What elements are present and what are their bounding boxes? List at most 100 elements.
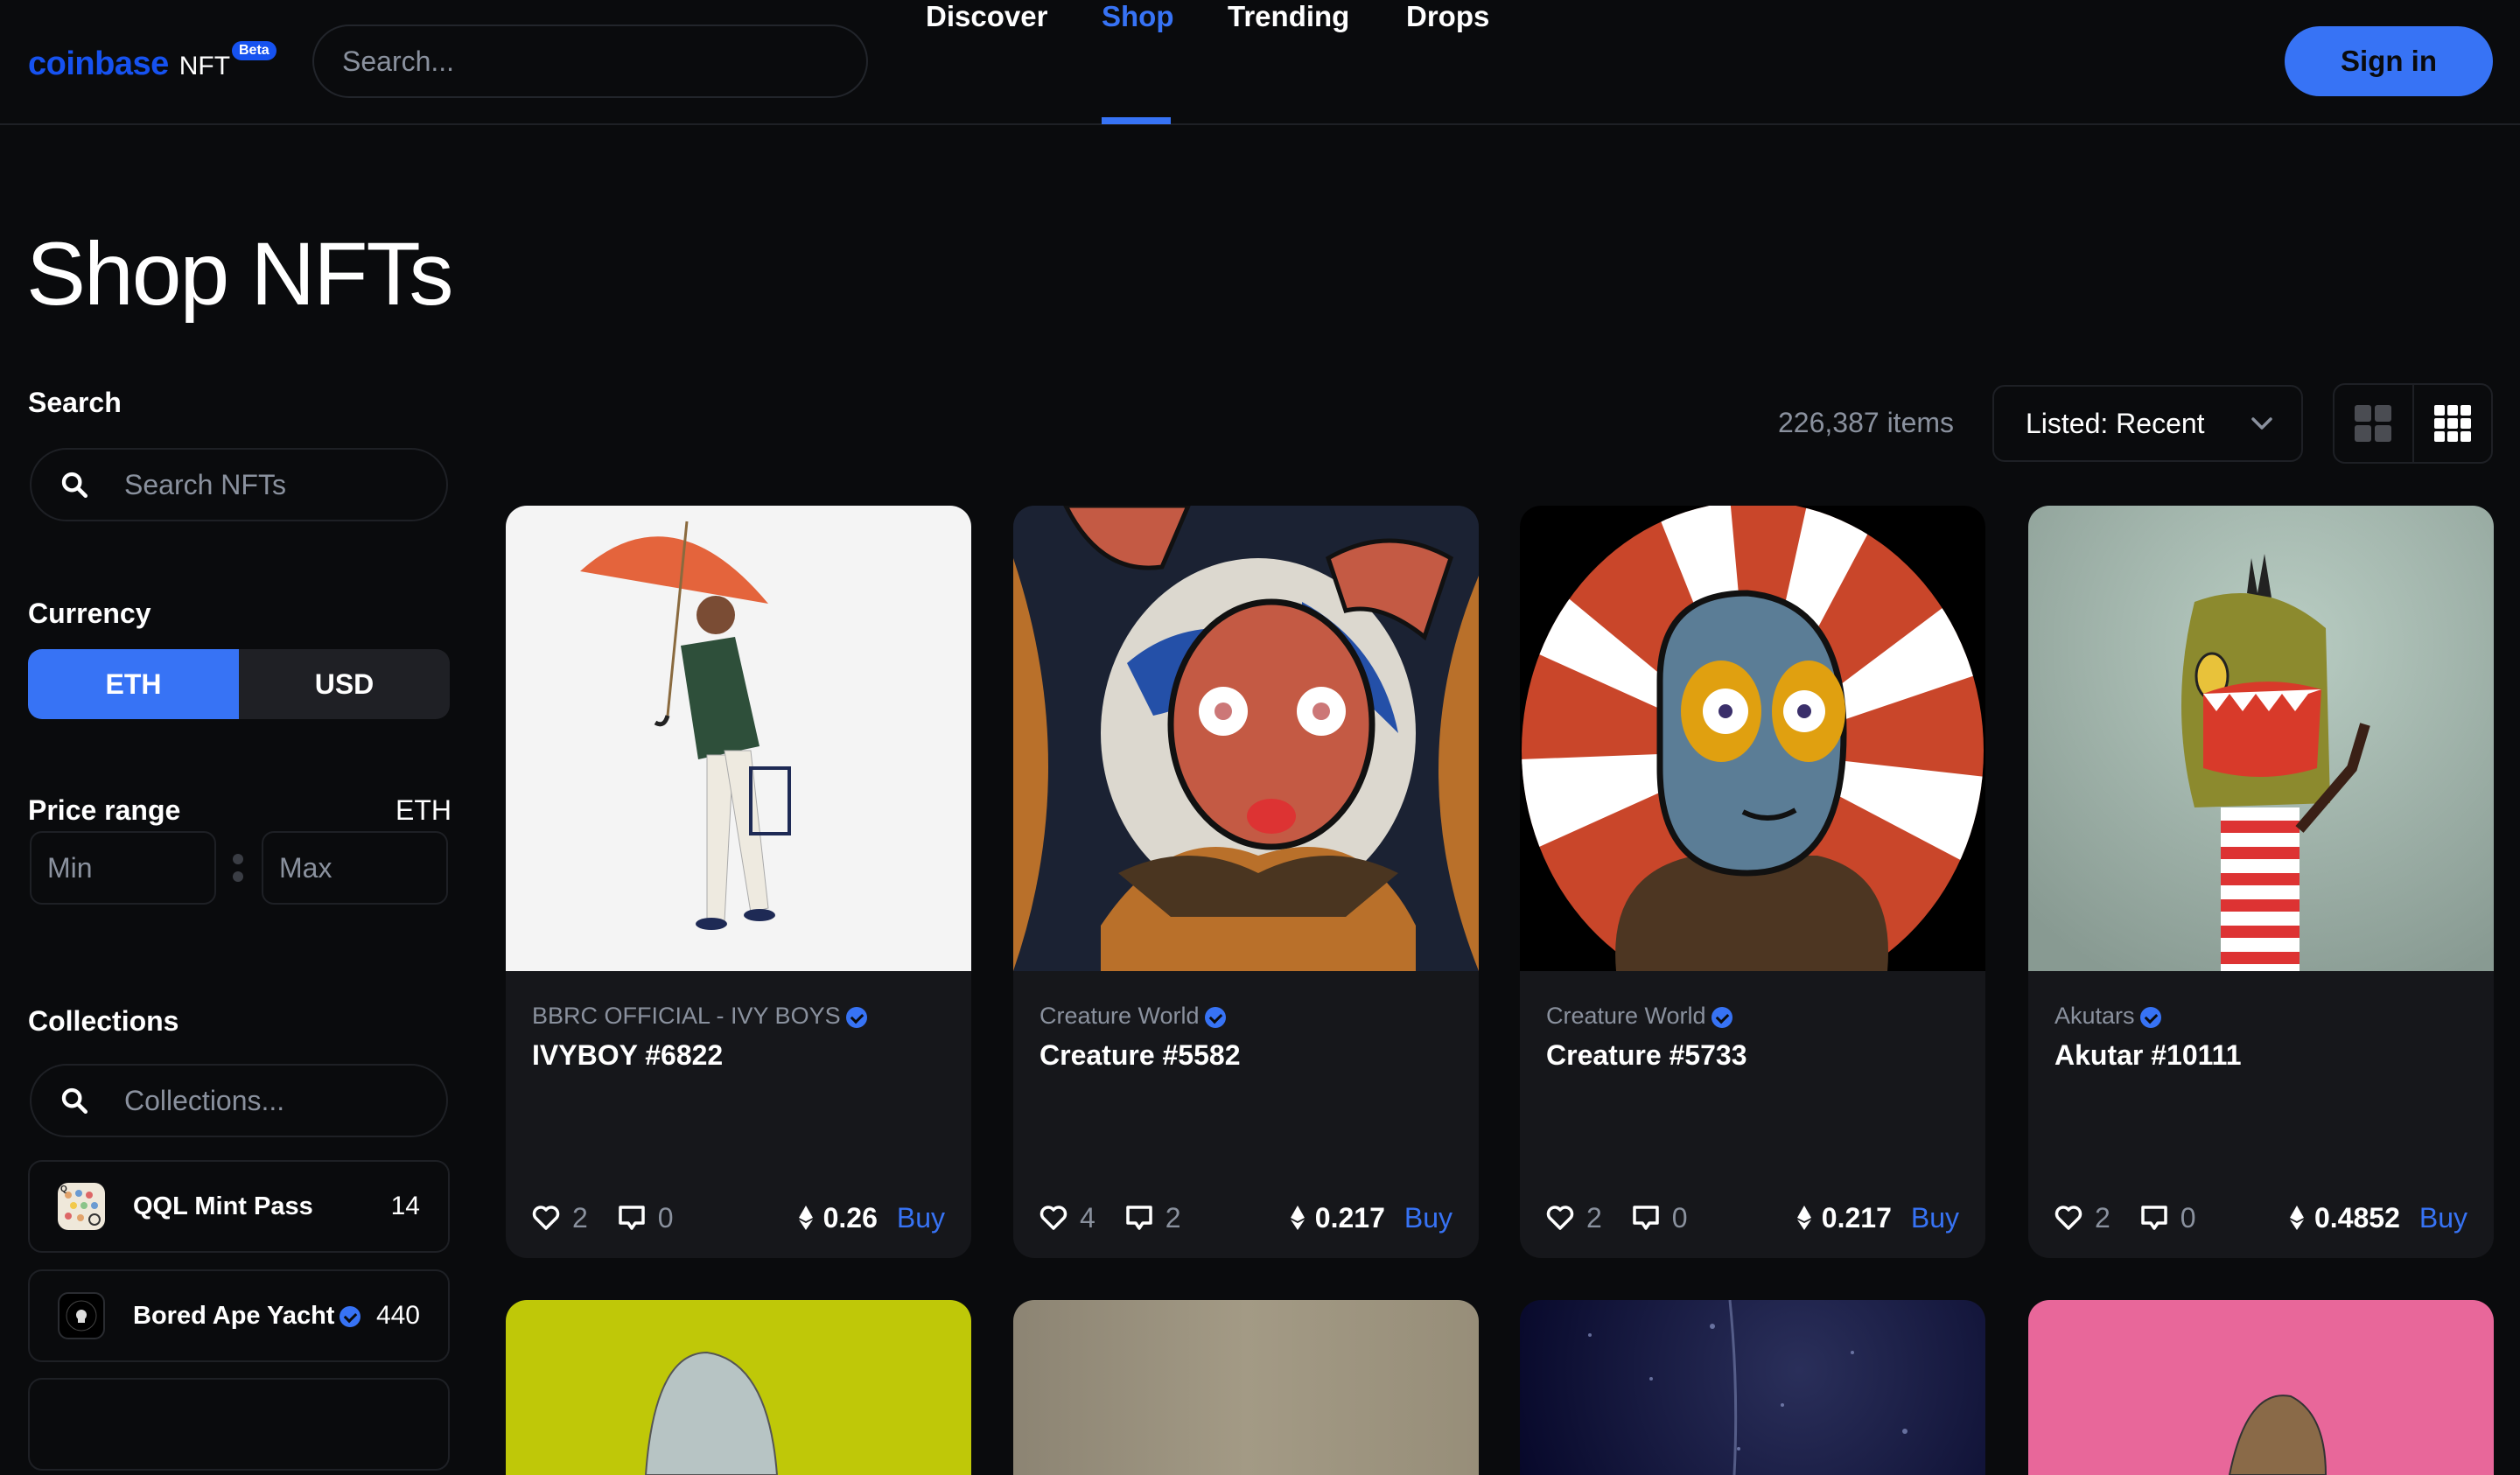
sort-selected-label: Listed: Recent [2026,407,2205,439]
logo-product: NFT [178,52,231,80]
verified-badge-icon [1711,1006,1732,1028]
price-max-box[interactable] [262,831,448,905]
heart-icon[interactable] [2054,1205,2082,1231]
price-max-input[interactable] [279,851,446,884]
global-search-input[interactable] [342,45,866,78]
nft-card-partial[interactable] [506,1300,971,1475]
sort-dropdown[interactable]: Listed: Recent [1992,385,2303,462]
collections-label: Collections [28,1005,179,1037]
comment-icon[interactable] [2140,1205,2168,1231]
ethereum-icon [1796,1206,1811,1230]
currency-eth-button[interactable]: ETH [28,649,239,719]
ethereum-icon [2289,1206,2304,1230]
buy-button[interactable]: Buy [1404,1202,1452,1234]
page-title: Shop NFTs [26,224,454,324]
top-nav-bar: coinbase NFT Beta Discover Shop Trending… [0,0,2520,125]
comment-icon[interactable] [618,1205,646,1231]
collection-text: Akutars [2054,1003,2135,1029]
like-count: 2 [1586,1201,1602,1234]
verified-badge-icon [2139,1006,2161,1028]
range-separator [233,850,243,885]
collection-thumbnail: Q [58,1183,105,1230]
coinbase-nft-logo[interactable]: coinbase NFT [28,45,230,83]
nft-search-box[interactable] [30,448,448,521]
search-filter-label: Search [28,387,122,418]
nft-card-partial[interactable] [1013,1300,1479,1475]
nft-price: 0.217 [1796,1202,1892,1234]
large-grid-view-button[interactable] [2334,385,2414,462]
global-search-box[interactable] [312,24,868,98]
collection-text: Creature World [1546,1003,1706,1029]
verified-badge-icon [1204,1006,1226,1028]
nft-image-creature-5582 [1013,506,1479,971]
nft-image-ivyboy [506,506,971,971]
nft-collection-name: Creature World [1546,1003,1732,1030]
collection-item-qql[interactable]: Q QQL Mint Pass 14 [28,1160,450,1253]
beta-badge: Beta [232,41,276,60]
collection-item-partial[interactable] [28,1378,450,1471]
collection-name: QQL Mint Pass [133,1192,313,1220]
heart-icon[interactable] [532,1205,560,1231]
view-mode-toggle [2333,383,2493,464]
nft-image-partial [2228,1395,2328,1475]
sign-in-button[interactable]: Sign in [2285,26,2493,96]
price-value: 0.217 [1314,1201,1385,1234]
heart-icon[interactable] [1040,1205,1068,1231]
nav-trending[interactable]: Trending [1228,0,1349,33]
currency-usd-button[interactable]: USD [239,649,450,719]
nft-card[interactable]: Akutars Akutar #10111 2 0 0.4852 Buy [2028,506,2494,1258]
nft-title: Creature #5733 [1546,1039,1747,1071]
ethereum-icon [798,1206,813,1230]
nft-collection-name: BBRC OFFICIAL - IVY BOYS [532,1003,867,1030]
nft-image-creature-5733 [1520,506,1985,971]
nft-price: 0.4852 [2289,1201,2400,1234]
collection-item-bored-ape[interactable]: Bored Ape Yacht 440 [28,1269,450,1362]
nft-card[interactable]: Creature World Creature #5582 4 2 0.217 … [1013,506,1479,1258]
ethereum-icon [1290,1206,1305,1230]
nft-title: Akutar #10111 [2054,1039,2242,1071]
nft-card-partial[interactable] [1520,1300,1985,1475]
nft-collection-name: Creature World [1040,1003,1226,1030]
collection-name: Bored Ape Yacht [133,1302,361,1331]
buy-button[interactable]: Buy [897,1202,945,1234]
collections-search-input[interactable] [124,1084,422,1117]
collection-text: BBRC OFFICIAL - IVY BOYS [532,1003,841,1029]
price-value: 0.26 [822,1201,878,1234]
price-value: 0.4852 [2314,1201,2400,1234]
active-tab-indicator [1102,117,1171,124]
nft-image-akutar [2028,506,2494,971]
comment-count: 0 [1671,1201,1688,1234]
nft-card[interactable]: BBRC OFFICIAL - IVY BOYS IVYBOY #6822 2 … [506,506,971,1258]
price-min-input[interactable] [47,851,214,884]
collection-text: Creature World [1040,1003,1200,1029]
nav-shop[interactable]: Shop [1102,0,1173,33]
search-icon [61,1087,88,1115]
nft-title: Creature #5582 [1040,1039,1241,1071]
nft-search-input[interactable] [124,468,422,501]
buy-button[interactable]: Buy [2419,1202,2468,1234]
like-count: 2 [2095,1201,2110,1234]
small-grid-view-button[interactable] [2414,385,2492,462]
nft-card[interactable]: Creature World Creature #5733 2 0 0.217 … [1520,506,1985,1258]
buy-button[interactable]: Buy [1911,1202,1959,1234]
comment-icon[interactable] [1125,1205,1153,1231]
nft-price: 0.26 [798,1201,878,1234]
price-range-label: Price range [28,794,181,826]
comment-icon[interactable] [1632,1205,1660,1231]
price-range-unit: ETH [396,794,452,826]
comment-count: 2 [1165,1201,1181,1234]
nav-drops[interactable]: Drops [1406,0,1489,33]
price-min-box[interactable] [30,831,216,905]
svg-text:Q: Q [60,1185,67,1194]
small-grid-icon [2433,405,2471,442]
heart-icon[interactable] [1546,1205,1574,1231]
logo-brand: coinbase [28,45,169,82]
collections-search-box[interactable] [30,1064,448,1137]
nft-card-footer: 2 0 0.217 Buy [1546,1200,1959,1235]
nav-discover[interactable]: Discover [926,0,1047,33]
large-grid-icon [2355,405,2392,442]
comment-count: 0 [657,1201,674,1234]
nft-card-partial[interactable] [2028,1300,2494,1475]
collection-count: 14 [390,1192,420,1220]
items-count: 226,387 items [1778,407,1955,438]
